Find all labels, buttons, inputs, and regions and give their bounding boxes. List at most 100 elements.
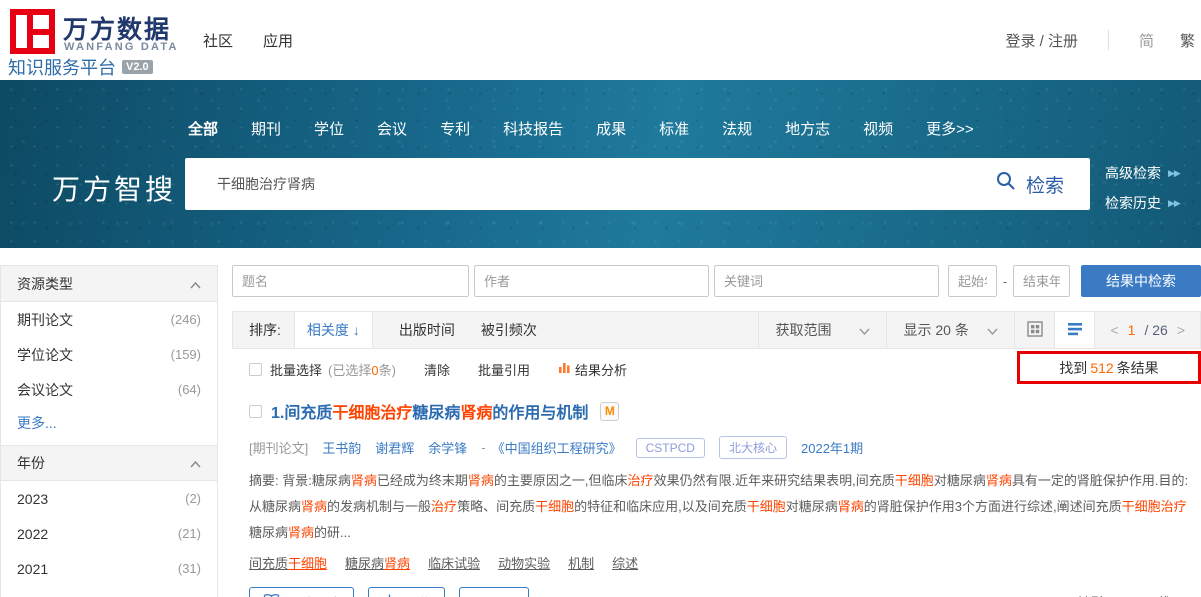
author-field[interactable] <box>474 265 709 297</box>
brand-title: 万方智搜 <box>52 168 176 208</box>
keyword-link[interactable]: 机制 <box>568 553 594 572</box>
tab-degree[interactable]: 学位 <box>314 118 344 139</box>
download-stat: 下载: 448 <box>1144 592 1199 597</box>
hero-search-banner: 全部 期刊 学位 会议 专利 科技报告 成果 标准 法规 地方志 视频 更多>>… <box>0 80 1201 248</box>
item-count: (246) <box>171 312 201 327</box>
item-count: (64) <box>178 382 201 397</box>
search-button[interactable]: 检索 <box>970 158 1090 210</box>
meta-separator: - <box>481 440 485 455</box>
advanced-search-link[interactable]: 高级检索 ▶▶ <box>1105 163 1180 183</box>
year-section: 年份 2023 (2) 2022 (21) 2021 (31) <box>1 445 217 586</box>
search-within-results-button[interactable]: 结果中检索 <box>1081 265 1201 297</box>
section-title: 资源类型 <box>17 274 73 294</box>
nav-apps[interactable]: 应用 <box>263 30 293 51</box>
cited-stat: 被引: 2 <box>1078 592 1118 597</box>
tab-achievement[interactable]: 成果 <box>596 118 626 139</box>
result-count-annotation: 找到512条结果 <box>1017 351 1201 384</box>
sidebar-item-year-2022[interactable]: 2022 (21) <box>1 516 217 551</box>
end-year-field[interactable] <box>1013 265 1070 297</box>
tab-regulation[interactable]: 法规 <box>722 118 752 139</box>
tab-conference[interactable]: 会议 <box>377 118 407 139</box>
prev-page-button[interactable]: < <box>1110 322 1118 338</box>
total-pages: / 26 <box>1144 322 1167 338</box>
result-keywords: 间充质干细胞 糖尿病肾病 临床试验 动物实验 机制 综述 <box>249 553 1201 572</box>
item-label: 会议论文 <box>17 380 73 400</box>
scope-dropdown[interactable]: 获取范围 <box>758 312 886 348</box>
result-checkbox[interactable] <box>249 405 262 418</box>
result-analysis-button[interactable]: 结果分析 <box>558 360 627 379</box>
login-register-link[interactable]: 登录 / 注册 <box>1005 30 1078 51</box>
cite-label: 引用 <box>489 593 515 597</box>
tab-more[interactable]: 更多>> <box>926 118 974 139</box>
keyword-field[interactable] <box>714 265 939 297</box>
wanfang-search-page: 万方数据 WANFANG DATA 知识服务平台 V2.0 社区 应用 登录 /… <box>0 0 1201 597</box>
resource-type-more-link[interactable]: 更多... <box>1 407 217 445</box>
download-button[interactable]: 下载 <box>368 587 445 597</box>
grid-view-button[interactable] <box>1014 312 1054 348</box>
chevron-down-icon <box>987 322 998 338</box>
list-view-button[interactable] <box>1054 312 1094 348</box>
lang-traditional[interactable]: 繁 <box>1180 30 1195 51</box>
sort-pubdate-button[interactable]: 出版时间 <box>399 320 455 340</box>
sort-cited-button[interactable]: 被引频次 <box>481 320 537 340</box>
keyword-link[interactable]: 临床试验 <box>428 553 480 572</box>
m-badge: M <box>600 402 619 421</box>
tab-journal[interactable]: 期刊 <box>251 118 281 139</box>
bar-chart-icon <box>558 361 571 377</box>
tab-patent[interactable]: 专利 <box>440 118 470 139</box>
sort-toolbar: 排序: 相关度 ↓ 出版时间 被引频次 获取范围 显示 20 条 <box>232 311 1201 349</box>
select-all-checkbox[interactable] <box>249 363 262 376</box>
page-size-dropdown[interactable]: 显示 20 条 <box>886 312 1014 348</box>
result-meta-row: [期刊论文] 王书韵 谢君辉 余学锋 - 《中国组织工程研究》 CSTPCD 北… <box>249 436 1201 459</box>
nav-community[interactable]: 社区 <box>203 30 233 51</box>
start-year-field[interactable] <box>948 265 997 297</box>
author-link[interactable]: 余学锋 <box>428 438 467 457</box>
logo-subtitle: WANFANG DATA <box>64 41 179 53</box>
tab-local-chronicle[interactable]: 地方志 <box>785 118 830 139</box>
scope-label: 获取范围 <box>775 320 831 340</box>
sort-relevance-button[interactable]: 相关度 ↓ <box>294 312 373 348</box>
sidebar-item-year-2021[interactable]: 2021 (31) <box>1 551 217 586</box>
journal-link[interactable]: 《中国组织工程研究》 <box>492 438 622 457</box>
search-box: 检索 <box>185 158 1090 210</box>
keyword-link[interactable]: 糖尿病肾病 <box>345 553 410 572</box>
read-online-button[interactable]: 在线阅读 <box>249 587 354 597</box>
tab-standard[interactable]: 标准 <box>659 118 689 139</box>
platform-title: 知识服务平台 V2.0 <box>8 54 153 80</box>
batch-select-label: 批量选择 <box>270 360 322 379</box>
keyword-link[interactable]: 间充质干细胞 <box>249 553 327 572</box>
item-label: 2021 <box>17 561 48 577</box>
sort-label: 排序: <box>249 320 281 340</box>
item-count: (21) <box>178 526 201 541</box>
author-link[interactable]: 王书韵 <box>322 438 361 457</box>
clear-button[interactable]: 清除 <box>424 360 450 379</box>
selected-number: 0 <box>371 363 378 378</box>
next-page-button[interactable]: > <box>1177 322 1185 338</box>
tab-tech-report[interactable]: 科技报告 <box>503 118 563 139</box>
tab-video[interactable]: 视频 <box>863 118 893 139</box>
cite-button[interactable]: “ 引用 <box>459 587 529 597</box>
sort-relevance-label: 相关度 <box>307 320 349 340</box>
header-right: 登录 / 注册 简 繁 <box>1005 0 1195 80</box>
lang-simplified[interactable]: 简 <box>1139 30 1154 51</box>
year-header[interactable]: 年份 <box>1 445 217 481</box>
resource-type-header[interactable]: 资源类型 <box>1 266 217 302</box>
sidebar-item-year-2023[interactable]: 2023 (2) <box>1 481 217 516</box>
batch-cite-button[interactable]: 批量引用 <box>478 360 530 379</box>
sidebar-item-degree-papers[interactable]: 学位论文 (159) <box>1 337 217 372</box>
sidebar-item-conference-papers[interactable]: 会议论文 (64) <box>1 372 217 407</box>
issue-link[interactable]: 2022年1期 <box>801 438 863 457</box>
title-field[interactable] <box>232 265 469 297</box>
wanfang-logo-icon[interactable] <box>10 9 55 59</box>
keyword-link[interactable]: 动物实验 <box>498 553 550 572</box>
sidebar-item-journal-papers[interactable]: 期刊论文 (246) <box>1 302 217 337</box>
open-book-icon <box>263 593 280 597</box>
keyword-link[interactable]: 综述 <box>612 553 638 572</box>
tab-all[interactable]: 全部 <box>188 118 218 139</box>
search-input[interactable] <box>185 158 970 210</box>
result-title-link[interactable]: 1.间充质干细胞治疗糖尿病肾病的作用与机制 <box>271 399 588 423</box>
top-header: 万方数据 WANFANG DATA 知识服务平台 V2.0 社区 应用 登录 /… <box>0 0 1201 80</box>
author-link[interactable]: 谢君辉 <box>375 438 414 457</box>
search-history-link[interactable]: 检索历史 ▶▶ <box>1105 193 1180 213</box>
double-arrow-icon: ▶▶ <box>1168 198 1180 209</box>
